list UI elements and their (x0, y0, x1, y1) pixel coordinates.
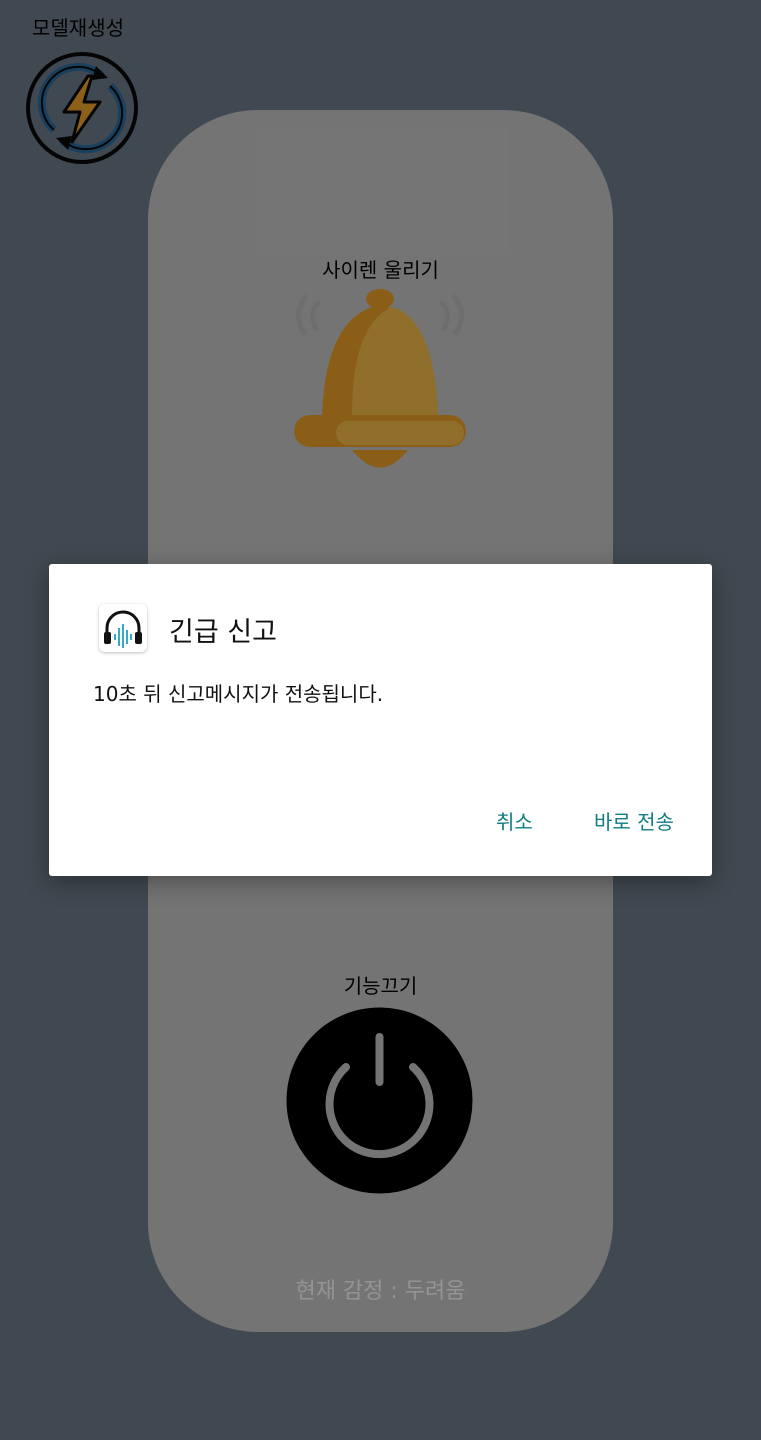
send-now-button[interactable]: 바로 전송 (594, 806, 674, 835)
cancel-button[interactable]: 취소 (496, 806, 533, 835)
dialog-title: 긴급 신고 (169, 617, 277, 648)
emergency-report-dialog: 긴급 신고 10초 뒤 신고메시지가 전송됩니다. 취소 바로 전송 (49, 564, 712, 876)
headphones-soundwave-icon (99, 604, 147, 652)
app-screen: 모델재생성 사이렌 울리기 기능끄기 현재 감정 : 두려움 긴급 신고 10초… (0, 0, 761, 1440)
dialog-message: 10초 뒤 신고메시지가 전송됩니다. (93, 682, 384, 706)
